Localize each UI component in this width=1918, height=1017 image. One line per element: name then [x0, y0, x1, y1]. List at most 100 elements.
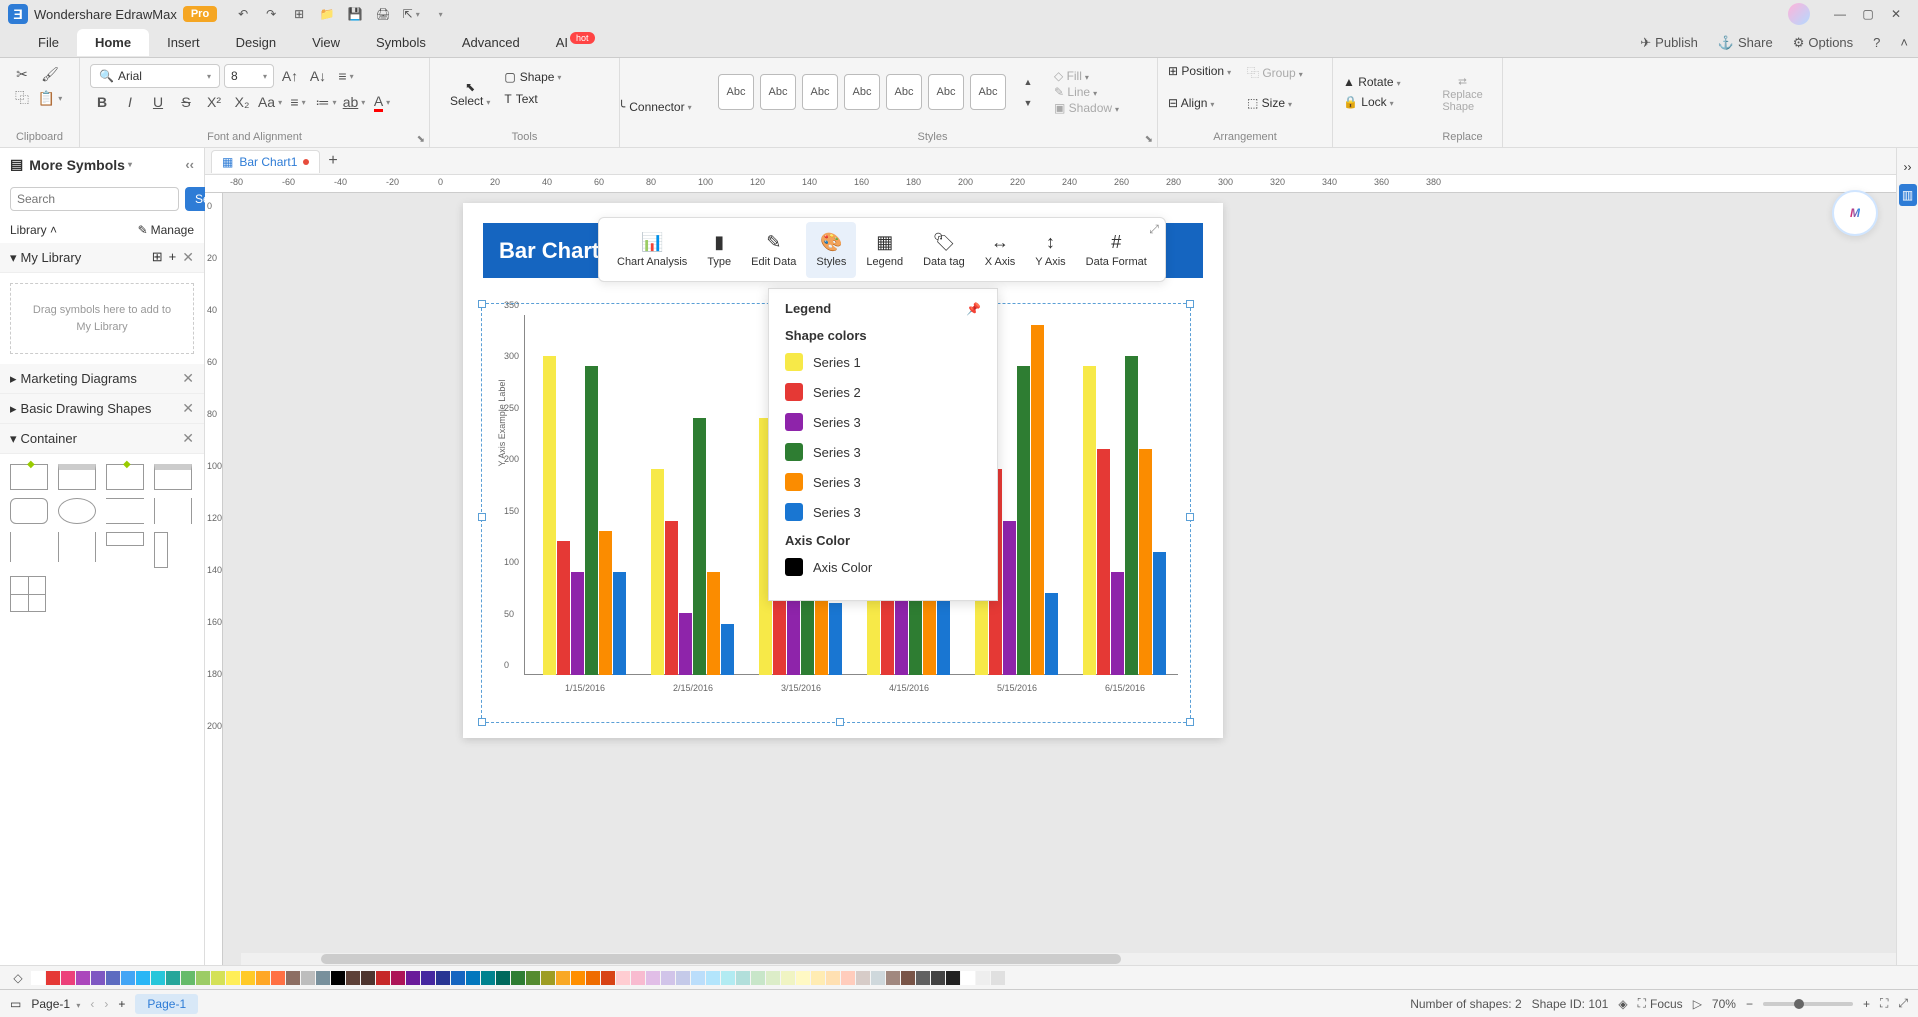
styles-down[interactable]: ▼ — [1016, 93, 1040, 113]
highlight-button[interactable]: ab▾ — [342, 92, 366, 112]
color-swatch[interactable] — [481, 971, 495, 985]
menu-ai[interactable]: AIhot — [538, 29, 613, 56]
connector-tool[interactable]: ╰ Connector▾ — [618, 94, 698, 120]
help-button[interactable]: ? — [1863, 35, 1890, 50]
color-swatch[interactable] — [316, 971, 330, 985]
section-container[interactable]: ▾ Container✕ — [0, 424, 204, 454]
horizontal-scrollbar[interactable] — [241, 953, 1896, 965]
chart-toolbar-chart-analysis[interactable]: 📊Chart Analysis — [607, 222, 697, 278]
shape-thumb[interactable] — [58, 498, 96, 524]
group-button[interactable]: ⿻ Group▾ — [1247, 64, 1322, 92]
color-swatch[interactable] — [946, 971, 960, 985]
zoom-in-button[interactable]: + — [1863, 997, 1870, 1011]
style-preset-6[interactable]: Abc — [928, 74, 964, 110]
lock-button[interactable]: 🔒 Lock▾ — [1343, 95, 1413, 109]
color-swatch[interactable] — [691, 971, 705, 985]
bar[interactable] — [613, 572, 626, 675]
bar[interactable] — [571, 572, 584, 675]
style-preset-2[interactable]: Abc — [760, 74, 796, 110]
series-row-3[interactable]: Series 3 — [785, 443, 981, 461]
color-swatch[interactable] — [646, 971, 660, 985]
bar[interactable] — [721, 624, 734, 675]
series-swatch[interactable] — [785, 413, 803, 431]
handle-tl[interactable] — [478, 300, 486, 308]
replace-shape-button[interactable]: ⮂ Replace Shape — [1433, 64, 1492, 124]
color-swatch[interactable] — [631, 971, 645, 985]
open-button[interactable]: 📁 — [315, 4, 339, 24]
shape-thumb[interactable] — [106, 532, 144, 546]
color-swatch[interactable] — [931, 971, 945, 985]
color-swatch[interactable] — [976, 971, 990, 985]
zoom-out-button[interactable]: − — [1746, 997, 1753, 1011]
chart-toolbar-x-axis[interactable]: ↔X Axis — [975, 222, 1026, 278]
bold-button[interactable]: B — [90, 92, 114, 112]
add-doc-tab[interactable]: + — [328, 152, 337, 170]
series-row-2[interactable]: Series 3 — [785, 413, 981, 431]
bar[interactable] — [1003, 521, 1016, 675]
bar[interactable] — [1031, 325, 1044, 675]
focus-button[interactable]: ⛶ Focus — [1638, 996, 1683, 1011]
shape-thumb[interactable]: ◆ — [106, 464, 144, 490]
bar[interactable] — [787, 593, 800, 675]
chart-toolbar-pin[interactable]: ⤢ — [1149, 222, 1159, 237]
bar[interactable] — [651, 469, 664, 675]
right-panel-expand[interactable]: ›› — [1899, 156, 1917, 178]
shape-thumb[interactable] — [154, 464, 192, 490]
color-swatch[interactable] — [46, 971, 60, 985]
case-button[interactable]: Aa▾ — [258, 92, 282, 112]
collapse-ribbon[interactable]: ˄ — [1890, 35, 1918, 50]
shadow-button[interactable]: ▣ Shadow▾ — [1054, 101, 1119, 115]
color-swatch[interactable] — [736, 971, 750, 985]
prev-page-button[interactable]: ‹ — [90, 997, 94, 1011]
series-swatch[interactable] — [785, 473, 803, 491]
series-swatch[interactable] — [785, 383, 803, 401]
share-button[interactable]: ⚓ Share — [1708, 35, 1783, 51]
color-swatch[interactable] — [451, 971, 465, 985]
axis-color-row[interactable]: Axis Color — [785, 558, 981, 576]
page-dropdown[interactable]: Page-1 ▾ — [31, 997, 80, 1011]
shape-thumb[interactable] — [58, 532, 96, 562]
color-swatch[interactable] — [226, 971, 240, 985]
handle-tr[interactable] — [1186, 300, 1194, 308]
fullscreen-button[interactable]: ⤢ — [1898, 996, 1908, 1011]
color-swatch[interactable] — [571, 971, 585, 985]
font-grow-button[interactable]: A↑ — [278, 66, 302, 86]
color-swatch[interactable] — [406, 971, 420, 985]
series-row-0[interactable]: Series 1 — [785, 353, 981, 371]
library-dropdown[interactable]: Library ˄ — [10, 223, 57, 237]
style-preset-1[interactable]: Abc — [718, 74, 754, 110]
color-swatch[interactable] — [826, 971, 840, 985]
color-swatch[interactable] — [841, 971, 855, 985]
chart-toolbar-type[interactable]: ▮Type — [697, 222, 741, 278]
close-basic[interactable]: ✕ — [182, 400, 194, 417]
color-swatch[interactable] — [196, 971, 210, 985]
add-page-button[interactable]: + — [118, 997, 125, 1011]
drag-zone[interactable]: Drag symbols here to add to My Library — [10, 283, 194, 354]
color-swatch[interactable] — [76, 971, 90, 985]
color-swatch[interactable] — [181, 971, 195, 985]
shape-thumb[interactable] — [10, 532, 48, 562]
color-swatch[interactable] — [151, 971, 165, 985]
style-preset-3[interactable]: Abc — [802, 74, 838, 110]
print-button[interactable]: 🖨 — [371, 4, 395, 24]
bar[interactable] — [1139, 449, 1152, 675]
chart-toolbar-y-axis[interactable]: ↕Y Axis — [1025, 222, 1075, 278]
bar[interactable] — [1045, 593, 1058, 675]
new-library-icon[interactable]: + — [169, 249, 177, 266]
shape-thumb[interactable] — [154, 498, 192, 524]
fill-button[interactable]: ◇ Fill▾ — [1054, 69, 1119, 83]
handle-mb[interactable] — [836, 718, 844, 726]
color-swatch[interactable] — [496, 971, 510, 985]
bar[interactable] — [599, 531, 612, 675]
menu-file[interactable]: File — [20, 29, 77, 56]
series-swatch[interactable] — [785, 503, 803, 521]
line-button[interactable]: ✎ Line▾ — [1054, 85, 1119, 99]
qat-more[interactable]: ▾ — [427, 4, 451, 24]
styles-launcher[interactable]: ⬊ — [1145, 134, 1153, 145]
layers-icon[interactable]: ◈ — [1618, 997, 1627, 1011]
section-basic-shapes[interactable]: ▸ Basic Drawing Shapes✕ — [0, 394, 204, 424]
play-button[interactable]: ▷ — [1693, 997, 1702, 1011]
color-swatch[interactable] — [436, 971, 450, 985]
bar[interactable] — [1097, 449, 1110, 675]
style-preset-4[interactable]: Abc — [844, 74, 880, 110]
